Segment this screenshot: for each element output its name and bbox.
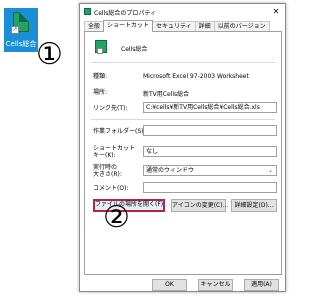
apply-button[interactable]: 適用(A) [244, 279, 279, 291]
properties-dialog: Cells総合のプロパティ ✕ 全般 ショートカット セキュリティ 詳細 以前の… [79, 3, 286, 292]
title-bar: Cells総合のプロパティ ✕ [80, 4, 285, 19]
run-select-value: 通常のウィンドウ [146, 167, 195, 174]
run-select[interactable]: 通常のウィンドウ ⌄ [143, 165, 277, 176]
excel-shortcut-icon [95, 40, 107, 54]
excel-title-icon [84, 8, 91, 15]
chevron-down-icon: ⌄ [267, 167, 273, 174]
tab-shortcut[interactable]: ショートカット [103, 20, 154, 32]
marker-two: ② [103, 200, 130, 235]
hotkey-label: ショートカット キー(K): [93, 145, 136, 159]
workdir-input[interactable] [143, 125, 277, 136]
shortcut-label: Cells総合 [5, 40, 37, 48]
workdir-label: 作業フォルダー(S): [93, 128, 146, 135]
cancel-button[interactable]: キャンセル [198, 279, 233, 291]
divider [91, 62, 275, 63]
location-label: 場所: [93, 89, 108, 96]
location-value: 新TV用Cells総合 [143, 91, 190, 98]
divider [91, 119, 275, 120]
shortcut-panel: Cells総合 種類: Microsoft Excel 97-2003 Work… [84, 31, 282, 275]
shortcut-name: Cells総合 [121, 46, 148, 53]
shortcut-arrow-icon: ↗ [11, 26, 19, 34]
desktop-shortcut[interactable]: ↗ Cells総合 [4, 8, 38, 52]
type-label: 種類: [93, 73, 108, 80]
ok-button[interactable]: OK [152, 279, 187, 291]
run-label: 実行時の 大きさ(R): [93, 164, 122, 178]
dialog-title: Cells総合のプロパティ [94, 10, 156, 17]
hotkey-input[interactable]: なし [143, 146, 277, 157]
marker-one: ① [36, 37, 63, 72]
type-value: Microsoft Excel 97-2003 Worksheet [143, 73, 249, 80]
advanced-settings-button[interactable]: 詳細設定(D)... [231, 199, 277, 212]
close-button[interactable]: ✕ [270, 6, 282, 17]
comment-label: コメント(O): [93, 185, 129, 192]
comment-input[interactable] [143, 182, 277, 193]
target-label: リンク先(T): [93, 105, 128, 112]
target-input[interactable]: C:¥cells¥新TV用Cells総合¥Cells総合.xls [143, 102, 277, 113]
change-icon-button[interactable]: アイコンの変更(C)... [171, 199, 228, 212]
